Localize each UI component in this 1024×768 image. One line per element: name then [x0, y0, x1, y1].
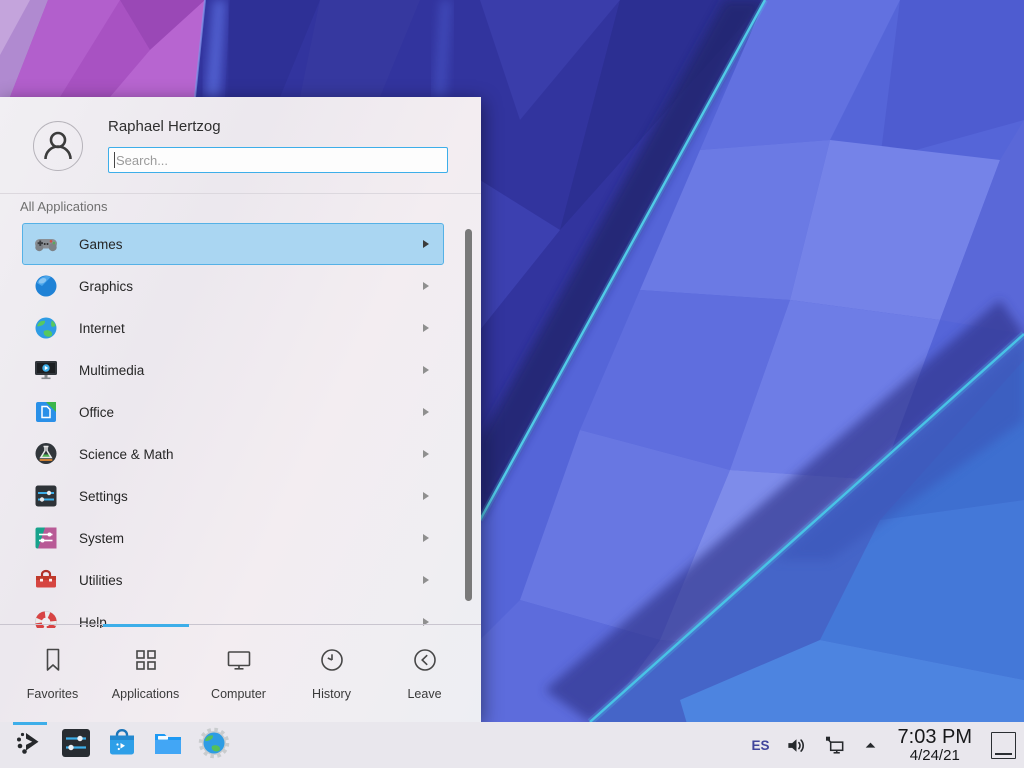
tab-label: Applications [112, 687, 179, 701]
menu-item-internet[interactable]: Internet [22, 307, 444, 349]
system-icon [33, 525, 59, 551]
menu-item-science-math[interactable]: Science & Math [22, 433, 444, 475]
menu-item-office[interactable]: Office [22, 391, 444, 433]
search-input[interactable] [108, 147, 448, 173]
section-label: All Applications [20, 199, 107, 214]
text-cursor [114, 152, 115, 168]
taskbar-file-manager-button[interactable] [145, 722, 191, 768]
menu-item-system[interactable]: System [22, 517, 444, 559]
computer-icon [224, 645, 254, 680]
menu-item-label: Science & Math [79, 447, 423, 462]
tab-leave[interactable]: Leave [378, 628, 471, 722]
games-icon [33, 231, 59, 257]
office-icon [33, 399, 59, 425]
tab-history[interactable]: History [285, 628, 378, 722]
scrollbar-thumb[interactable] [465, 229, 472, 601]
active-task-indicator [13, 722, 47, 725]
digital-clock[interactable]: 7:03 PM 4/24/21 [898, 727, 972, 764]
expand-tray-caret-icon[interactable] [862, 737, 879, 754]
taskbar-discover-button[interactable] [99, 722, 145, 768]
science-icon [33, 441, 59, 467]
desktop: Raphael Hertzog All Applications Games Gr… [0, 0, 1024, 768]
menu-item-games[interactable]: Games [22, 223, 444, 265]
history-icon [317, 645, 347, 680]
help-icon [33, 609, 59, 628]
system-tray: ES 7:03 PM 4/ [752, 727, 1017, 764]
submenu-arrow-icon [423, 324, 429, 332]
menu-item-label: System [79, 531, 423, 546]
applications-icon [131, 645, 161, 680]
kde-launcher-icon [13, 726, 47, 765]
tab-favorites[interactable]: Favorites [6, 628, 99, 722]
menu-item-label: Graphics [79, 279, 423, 294]
application-launcher-panel: Raphael Hertzog All Applications Games Gr… [0, 97, 481, 722]
tab-label: Computer [211, 687, 266, 701]
taskbar: ES 7:03 PM 4/ [0, 722, 1024, 768]
network-icon[interactable] [823, 734, 847, 757]
footer-tab-bar: Favorites Applications Computer History Leav… [6, 628, 476, 722]
submenu-arrow-icon [423, 240, 429, 248]
menu-item-label: Office [79, 405, 423, 420]
multimedia-icon [33, 357, 59, 383]
task-manager [7, 722, 237, 768]
menu-item-label: Multimedia [79, 363, 423, 378]
tab-label: History [312, 687, 351, 701]
submenu-arrow-icon [423, 450, 429, 458]
tab-computer[interactable]: Computer [192, 628, 285, 722]
category-list: Games Graphics Internet Multimedia Office Sci… [22, 223, 444, 628]
utilities-icon [33, 567, 59, 593]
internet-icon [33, 315, 59, 341]
tab-label: Leave [407, 687, 441, 701]
taskbar-web-browser-button[interactable] [191, 722, 237, 768]
browser-globe-icon [197, 726, 231, 765]
menu-item-settings[interactable]: Settings [22, 475, 444, 517]
header-separator [0, 193, 481, 194]
submenu-arrow-icon [423, 282, 429, 290]
tab-label: Favorites [27, 687, 78, 701]
keyboard-layout-indicator[interactable]: ES [752, 738, 770, 753]
leave-icon [410, 645, 440, 680]
footer-separator [0, 624, 481, 625]
show-desktop-button[interactable] [991, 732, 1016, 759]
menu-item-multimedia[interactable]: Multimedia [22, 349, 444, 391]
taskbar-app-launcher-button[interactable] [7, 722, 53, 768]
menu-item-graphics[interactable]: Graphics [22, 265, 444, 307]
clock-time: 7:03 PM [898, 727, 972, 748]
taskbar-system-settings-button[interactable] [53, 722, 99, 768]
active-tab-indicator [103, 624, 189, 627]
menu-item-label: Utilities [79, 573, 423, 588]
menu-item-label: Settings [79, 489, 423, 504]
menu-item-utilities[interactable]: Utilities [22, 559, 444, 601]
menu-item-label: Games [79, 237, 423, 252]
settings-icon [33, 483, 59, 509]
volume-icon[interactable] [785, 734, 808, 757]
user-avatar-icon[interactable] [33, 121, 83, 171]
tab-applications[interactable]: Applications [99, 628, 192, 722]
systemsettings-icon [59, 726, 93, 765]
submenu-arrow-icon [423, 534, 429, 542]
graphics-icon [33, 273, 59, 299]
submenu-arrow-icon [423, 408, 429, 416]
menu-item-label: Internet [79, 321, 423, 336]
submenu-arrow-icon [423, 576, 429, 584]
clock-date: 4/24/21 [898, 748, 972, 764]
submenu-arrow-icon [423, 492, 429, 500]
dolphin-icon [151, 726, 185, 765]
submenu-arrow-icon [423, 366, 429, 374]
discover-icon [105, 726, 139, 765]
user-name: Raphael Hertzog [108, 118, 221, 135]
favorites-icon [38, 645, 68, 680]
